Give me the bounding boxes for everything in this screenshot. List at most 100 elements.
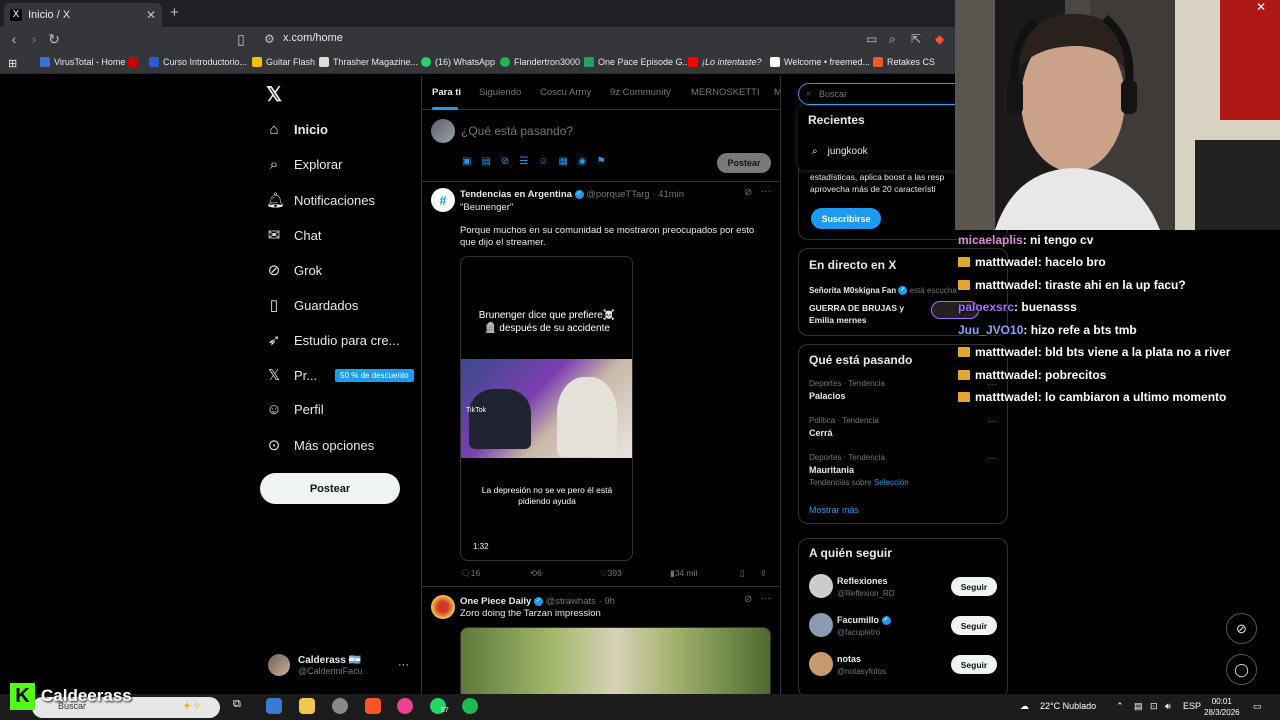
bookmark-item[interactable] [128,57,138,67]
url-field[interactable]: x.com/home [283,32,343,44]
reply-button[interactable]: 🗨︎ 16 [460,568,480,579]
forward-icon[interactable]: › [25,31,43,47]
grok-float-button[interactable]: ⊘ [1226,613,1257,644]
store-icon[interactable] [266,698,282,714]
composer-input[interactable]: ¿Qué está pasando? [461,124,573,138]
grok-icon[interactable]: ⊘ [744,187,752,198]
zoom-icon[interactable]: ⌕ [889,32,896,47]
discord-icon[interactable] [397,698,413,714]
nav-home[interactable]: ⌂ Inicio [266,121,327,138]
notification-center-icon[interactable]: ▭ [1253,701,1262,712]
apps-grid-icon[interactable]: ⊞ [8,57,17,70]
bookmark-item[interactable]: Retakes CS [873,57,935,67]
tweet-image[interactable] [460,627,771,694]
subscribe-button[interactable]: Suscribirse [811,208,881,229]
nav-premium[interactable]: 𝕏 Pr... 50 % de descuento [266,366,414,384]
bookmark-item[interactable]: (16) WhatsApp [421,57,495,67]
more-icon[interactable]: ··· [987,416,997,427]
bookmark-item[interactable]: Guitar Flash [252,57,315,67]
more-icon[interactable]: ··· [987,453,997,464]
like-button[interactable]: ♡ 393 [600,568,622,579]
weather-text[interactable]: 22°C Nublado [1040,701,1096,711]
back-icon[interactable]: ‹ [5,31,23,47]
bookmark-item[interactable]: VirusTotal - Home [40,57,125,67]
tab-siguiendo[interactable]: Siguiendo [479,87,521,98]
bookmark-item[interactable]: Flandertron3000 [500,57,580,67]
nav-notifications[interactable]: 🔔︎ Notificaciones [266,191,375,209]
post-button[interactable]: Postear [260,473,400,504]
tab-more[interactable]: M [774,87,780,98]
recent-search-item[interactable]: ⌕ jungkook [812,146,868,157]
clock[interactable]: 00:01 28/3/2026 [1204,696,1240,718]
site-settings-icon[interactable]: ⚙ [264,32,275,46]
tray-app-icon[interactable]: ▤ [1134,701,1143,712]
tray-chevron-icon[interactable]: ⌃ [1116,701,1124,712]
nav-creator-studio[interactable]: ➶ Estudio para cre... [266,331,400,349]
browser-tab[interactable]: X Inicio / X ✕ [4,3,162,27]
follow-button[interactable]: Seguir [951,616,997,635]
nav-grok[interactable]: ⊘ Grok [266,261,322,279]
poll-icon[interactable]: ☰ [519,156,528,167]
new-tab-button[interactable]: + [170,4,179,21]
account-switcher[interactable]: Calderass 🇦🇷 @CalderiniFacu [268,654,363,676]
location-icon[interactable]: ◉ [578,156,587,167]
follow-name[interactable]: Reflexiones [837,576,888,586]
tweet-author[interactable]: Tendencias en Argentina [460,189,572,200]
spotify-icon[interactable] [462,698,478,714]
tab-mernosketti[interactable]: MERNOSKETTI [691,87,760,98]
bookmark-item[interactable]: One Pace Episode G... [584,57,690,67]
follow-name[interactable]: notas [837,654,861,664]
task-view-icon[interactable]: ⧉ [233,698,249,714]
tab-coscu-army[interactable]: Coscu Army [540,87,591,98]
tweet-author[interactable]: One Piece Daily [460,596,531,607]
composer-post-button[interactable]: Postear [717,153,771,173]
nav-explore[interactable]: ⌕ Explorar [266,156,343,173]
tab-para-ti[interactable]: Para ti [432,87,461,98]
more-icon[interactable]: ··· [761,593,771,604]
window-close-icon[interactable]: ✕ [1256,0,1266,14]
reload-icon[interactable]: ↻ [45,31,63,48]
bookmark-item[interactable]: ¡Lo intentaste? [688,57,762,67]
tab-9z-community[interactable]: 9z Community [610,87,671,98]
more-icon[interactable]: ··· [761,186,771,197]
flag-icon[interactable]: ⚑ [597,156,606,167]
brave-icon[interactable] [365,698,381,714]
grok-icon[interactable]: ⊘ [501,156,509,167]
bookmark-icon[interactable]: ▯ [740,568,745,579]
follow-name[interactable]: Facumillo ✓ [837,615,891,626]
follow-button[interactable]: Seguir [951,655,997,674]
folder-icon[interactable] [299,698,315,714]
bookmark-item[interactable]: Thrasher Magazine... [319,57,418,67]
brave-shield-icon[interactable]: ◆ [935,32,944,46]
nav-chat[interactable]: ✉ Chat [266,226,322,244]
search-input[interactable]: Buscar [819,89,847,99]
trend-name[interactable]: Mauritania [809,465,854,475]
bookmark-item[interactable]: Welcome • freemed... [770,57,870,67]
gif-icon[interactable]: ▤ [481,156,490,167]
tweet-video[interactable]: Brunenger dice que prefiere☠️🪦 después d… [460,256,633,561]
share-icon[interactable]: ⇪ [760,568,767,579]
retweet-button[interactable]: ⟲ 6 [530,568,542,579]
account-more-icon[interactable]: ··· [398,659,409,671]
messages-float-button[interactable]: ◯ [1226,654,1257,685]
share-icon[interactable]: ⇱ [911,32,921,46]
image-icon[interactable]: ▣ [462,156,471,167]
nav-profile[interactable]: ☺ Perfil [266,401,323,418]
network-icon[interactable]: ⊡ [1150,701,1158,712]
trend-name[interactable]: Cerrá [809,428,833,438]
schedule-icon[interactable]: ▦ [558,156,567,167]
obs-icon[interactable] [332,698,348,714]
show-more-link[interactable]: Mostrar más [809,505,859,515]
close-tab-icon[interactable]: ✕ [146,8,156,22]
x-logo-icon[interactable]: 𝕏 [266,82,282,107]
language-indicator[interactable]: ESP [1183,701,1201,711]
bookmark-page-icon[interactable]: ▯ [232,31,250,48]
screen-icon[interactable]: ▭ [866,32,877,46]
bookmark-item[interactable]: Curso Introductorio... [149,57,247,67]
emoji-icon[interactable]: ☺ [538,156,548,167]
grok-icon[interactable]: ⊘ [744,594,752,605]
follow-button[interactable]: Seguir [951,577,997,596]
trend-name[interactable]: Palacios [809,391,846,401]
nav-more[interactable]: ⊙ Más opciones [266,436,375,454]
nav-bookmarks[interactable]: ▯ Guardados [266,296,358,314]
